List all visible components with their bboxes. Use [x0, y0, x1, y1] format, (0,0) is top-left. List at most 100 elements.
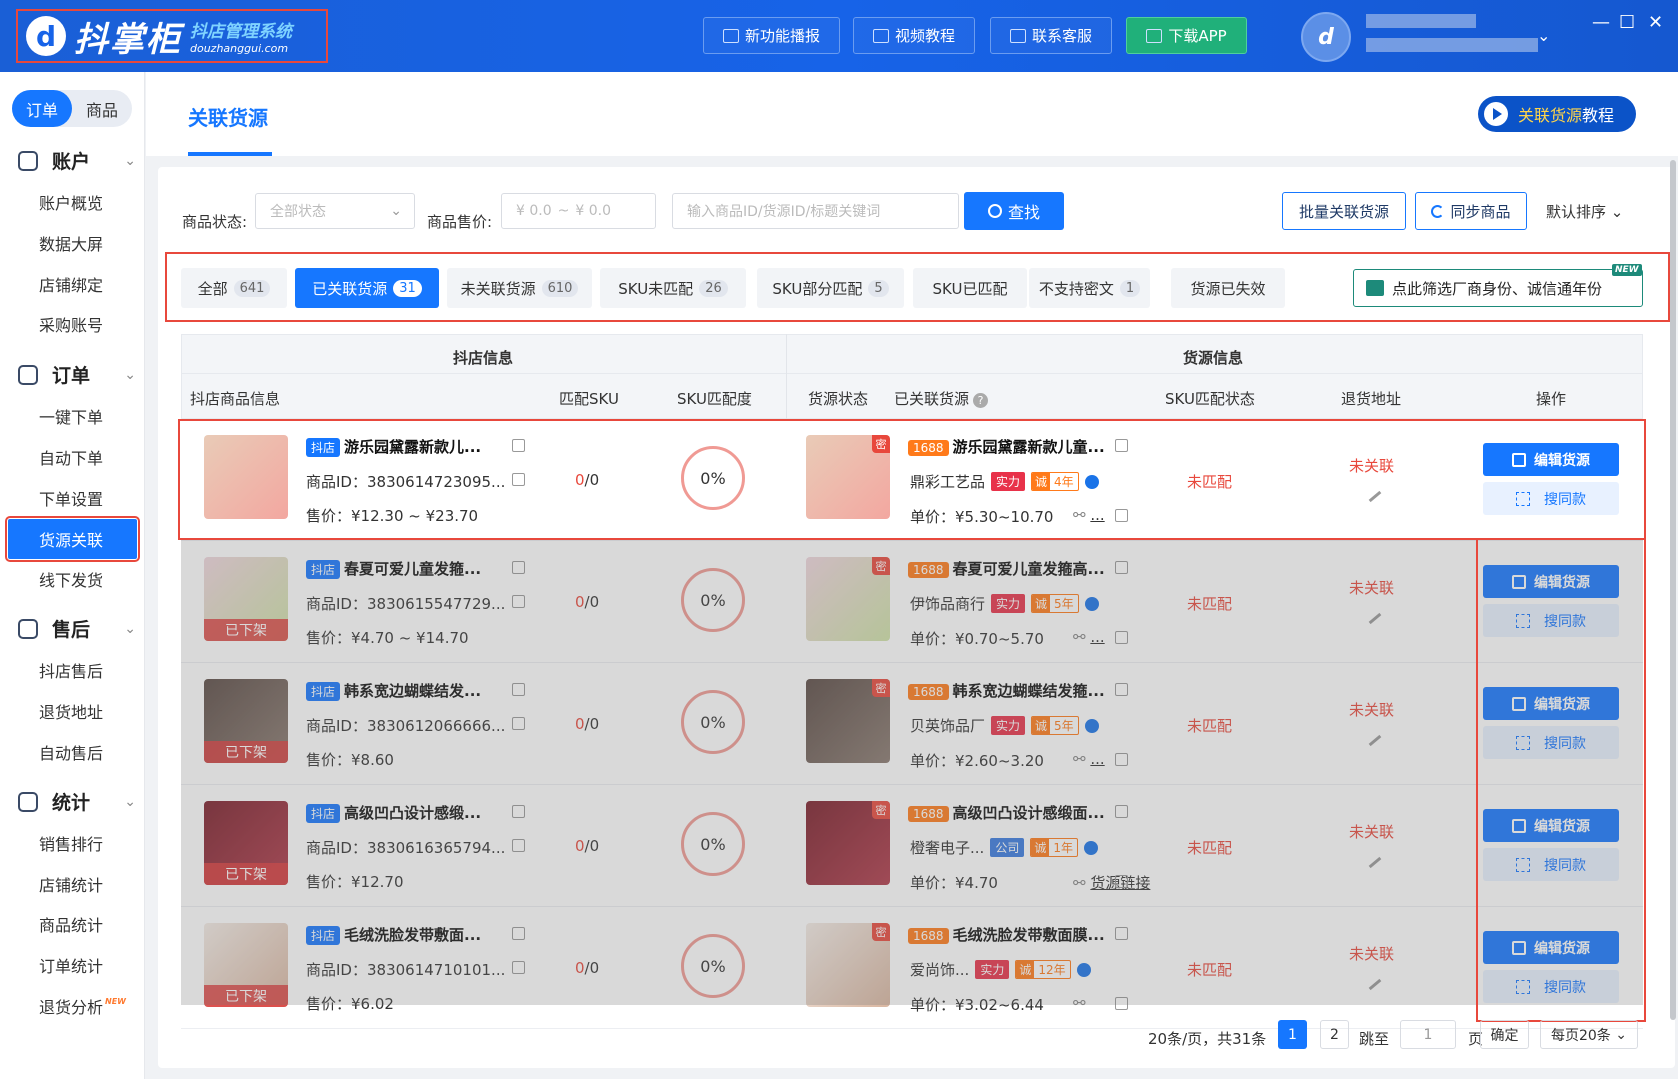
jump-confirm-button[interactable]: 确定: [1480, 1020, 1529, 1049]
video-tutorial-button[interactable]: 视频教程: [853, 17, 975, 54]
sidebar-group-stats[interactable]: 统计 ⌄: [18, 788, 136, 815]
segment-order[interactable]: 订单: [12, 90, 72, 127]
source-link[interactable]: ⚯ 货源链接: [1073, 872, 1150, 893]
page-title[interactable]: 关联货源: [188, 102, 268, 131]
source-title[interactable]: 1688 高级凹凸设计感缎面...: [908, 802, 1105, 823]
product-thumbnail[interactable]: 已下架: [204, 679, 288, 763]
chat-icon[interactable]: [1083, 840, 1098, 855]
tab-unlinked[interactable]: 未关联货源 610: [447, 268, 592, 308]
copy-icon[interactable]: [512, 839, 525, 852]
tutorial-button[interactable]: 关联货源 教程: [1478, 96, 1636, 132]
source-thumbnail[interactable]: 密: [806, 557, 890, 641]
source-link[interactable]: ⚯ ...: [1073, 628, 1105, 646]
search-input[interactable]: 输入商品ID/货源ID/标题关键词: [672, 193, 959, 229]
supplier-name[interactable]: 爱尚饰...: [910, 959, 969, 980]
chat-icon[interactable]: [1084, 596, 1099, 611]
product-thumbnail[interactable]: 已下架: [204, 801, 288, 885]
product-title[interactable]: 抖店 毛绒洗脸发带敷面...: [306, 924, 481, 945]
sidebar-item-product-stats[interactable]: 商品统计: [0, 904, 145, 944]
sort-dropdown[interactable]: 默认排序 ⌄: [1546, 201, 1623, 222]
product-thumbnail[interactable]: 已下架: [204, 923, 288, 1007]
source-link-text[interactable]: ...: [1090, 750, 1104, 768]
sidebar-item-shop-aftersale[interactable]: 抖店售后: [0, 650, 145, 690]
copy-icon[interactable]: [512, 927, 525, 940]
tab-no-cipher[interactable]: 不支持密文 1: [1029, 268, 1150, 308]
page-1[interactable]: 1: [1278, 1020, 1307, 1049]
sidebar-item-shop-stats[interactable]: 店铺统计: [0, 864, 145, 904]
copy-icon[interactable]: [512, 683, 525, 696]
source-title[interactable]: 1688 毛绒洗脸发带敷面膜...: [908, 924, 1105, 945]
supplier-name[interactable]: 伊饰品商行: [910, 593, 985, 614]
tab-linked[interactable]: 已关联货源 31: [295, 268, 439, 308]
sidebar-item-sales-rank[interactable]: 销售排行: [0, 823, 145, 863]
source-thumbnail[interactable]: 密: [806, 923, 890, 1007]
source-link-text[interactable]: ...: [1090, 628, 1104, 646]
status-select[interactable]: 全部状态 ⌄: [255, 193, 415, 229]
source-thumbnail[interactable]: 密: [806, 801, 890, 885]
tab-sku-unmatched[interactable]: SKU未匹配 26: [600, 268, 746, 308]
source-title[interactable]: 1688 韩系宽边蝴蝶结发箍...: [908, 680, 1105, 701]
copy-icon[interactable]: [1115, 683, 1128, 696]
supplier-filter-button[interactable]: 点此筛选厂商身份、诚信通年份: [1353, 269, 1643, 307]
app-logo[interactable]: d 抖掌柜 抖店管理系统 douzhanggui.com: [16, 9, 328, 63]
sidebar-item-auto-aftersale[interactable]: 自动售后: [0, 732, 145, 772]
supplier-name[interactable]: 贝英饰品厂: [910, 715, 985, 736]
chat-icon[interactable]: [1084, 718, 1099, 733]
price-from[interactable]: ¥ 0.0: [516, 203, 552, 219]
tab-sku-matched[interactable]: SKU已匹配: [913, 268, 1027, 308]
copy-icon[interactable]: [1115, 805, 1128, 818]
search-button[interactable]: 查找: [964, 192, 1064, 230]
minimize-icon[interactable]: —: [1592, 12, 1610, 33]
sidebar-item-order-settings[interactable]: 下单设置: [0, 478, 145, 518]
tab-source-invalid[interactable]: 货源已失效: [1171, 268, 1285, 308]
copy-icon[interactable]: [1115, 927, 1128, 940]
help-icon[interactable]: ?: [973, 393, 989, 408]
feature-news-button[interactable]: 新功能播报: [703, 17, 840, 54]
maximize-icon[interactable]: ☐: [1619, 12, 1635, 33]
copy-icon[interactable]: [1115, 631, 1128, 644]
source-title[interactable]: 1688 春夏可爱儿童发箍高...: [908, 558, 1105, 579]
tab-sku-partial[interactable]: SKU部分匹配 5: [757, 268, 904, 308]
sidebar-item-return-analysis[interactable]: 退货分析 NEW: [0, 986, 145, 1026]
product-title[interactable]: 抖店 春夏可爱儿童发箍...: [306, 558, 481, 579]
source-link[interactable]: ⚯: [1073, 994, 1086, 1012]
sidebar-item-order-stats[interactable]: 订单统计: [0, 945, 145, 985]
jump-input[interactable]: 1: [1400, 1020, 1456, 1049]
page-2[interactable]: 2: [1320, 1020, 1349, 1049]
copy-icon[interactable]: [512, 595, 525, 608]
sidebar-item-source-link[interactable]: 货源关联: [5, 516, 140, 562]
avatar[interactable]: d: [1301, 12, 1351, 62]
download-app-button[interactable]: 下载APP: [1126, 17, 1247, 54]
chat-icon[interactable]: [1076, 962, 1091, 977]
sidebar-item-account-overview[interactable]: 账户概览: [0, 182, 145, 222]
product-thumbnail[interactable]: 已下架: [204, 557, 288, 641]
copy-icon[interactable]: [512, 961, 525, 974]
product-title[interactable]: 抖店 韩系宽边蝴蝶结发...: [306, 680, 481, 701]
copy-icon[interactable]: [512, 805, 525, 818]
per-page-select[interactable]: 每页20条 ⌄: [1540, 1020, 1638, 1049]
sidebar-item-shop-binding[interactable]: 店铺绑定: [0, 264, 145, 304]
contact-support-button[interactable]: 联系客服: [990, 17, 1112, 54]
source-thumbnail[interactable]: 密: [806, 679, 890, 763]
price-range-input[interactable]: ¥ 0.0 ~ ¥ 0.0: [501, 193, 656, 229]
close-icon[interactable]: ✕: [1648, 12, 1663, 33]
supplier-name[interactable]: 橙奢电子...: [910, 837, 984, 858]
price-to[interactable]: ¥ 0.0: [575, 203, 611, 219]
sidebar-item-purchase-account[interactable]: 采购账号: [0, 304, 145, 344]
sidebar-group-aftersale[interactable]: 售后 ⌄: [18, 615, 136, 642]
page-scrollbar[interactable]: [1670, 160, 1676, 1020]
tab-all[interactable]: 全部 641: [181, 268, 287, 308]
sidebar-item-data-screen[interactable]: 数据大屏: [0, 223, 145, 263]
sidebar-group-order[interactable]: 订单 ⌄: [18, 361, 136, 388]
copy-icon[interactable]: [512, 561, 525, 574]
copy-icon[interactable]: [512, 717, 525, 730]
copy-icon[interactable]: [1115, 561, 1128, 574]
copy-icon[interactable]: [1115, 753, 1128, 766]
sync-products-button[interactable]: 同步商品: [1415, 192, 1527, 230]
segment-product[interactable]: 商品: [72, 90, 132, 127]
product-title[interactable]: 抖店 高级凹凸设计感缎...: [306, 802, 481, 823]
sidebar-item-one-click-order[interactable]: 一键下单: [0, 396, 145, 436]
source-link[interactable]: ⚯ ...: [1073, 750, 1105, 768]
sidebar-item-return-address[interactable]: 退货地址: [0, 691, 145, 731]
copy-icon[interactable]: [1115, 997, 1128, 1010]
